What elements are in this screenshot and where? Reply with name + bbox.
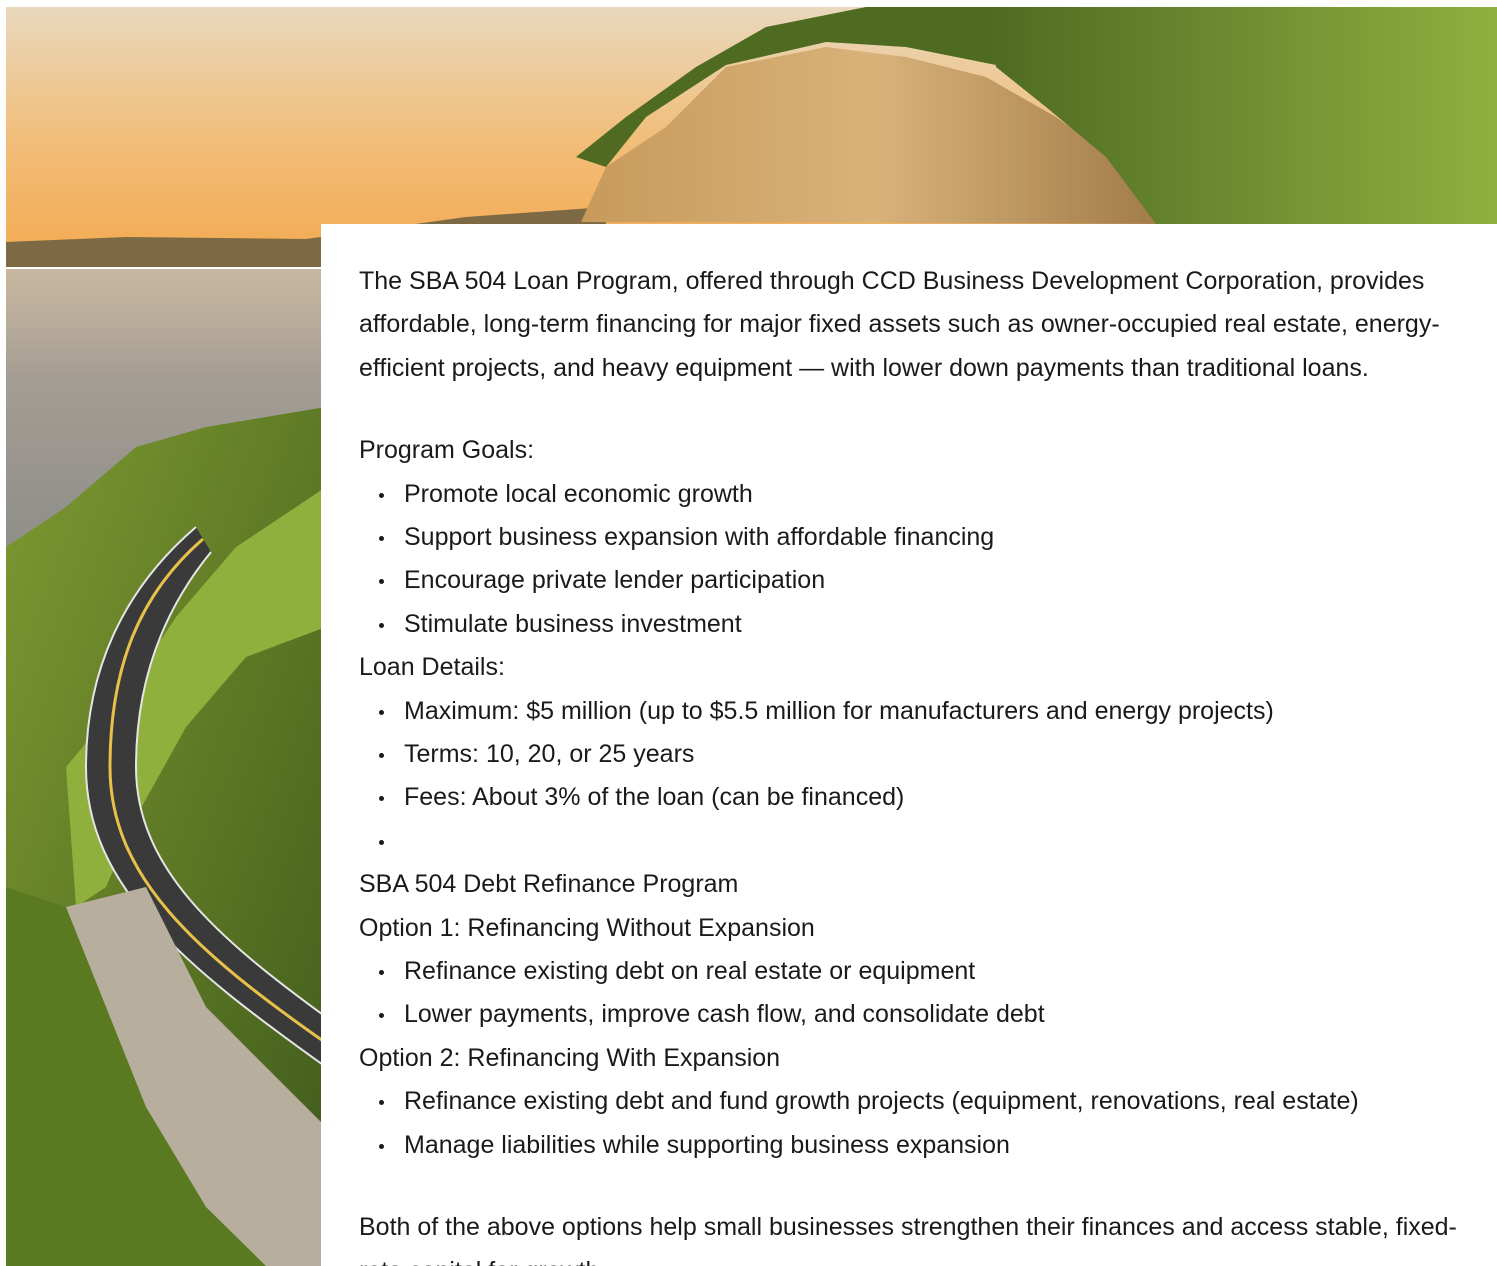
list-item: Fees: About 3% of the loan (can be finan…	[359, 776, 1459, 819]
list-item: Refinance existing debt and fund growth …	[359, 1080, 1459, 1123]
list-item: Stimulate business investment	[359, 603, 1459, 646]
list-item: Promote local economic growth	[359, 473, 1459, 516]
list-item-empty	[359, 820, 1459, 863]
list-item: Lower payments, improve cash flow, and c…	[359, 993, 1459, 1036]
option-2-label: Option 2: Refinancing With Expansion	[359, 1043, 781, 1072]
program-goals-label: Program Goals:	[359, 436, 535, 465]
page: The SBA 504 Loan Program, offered throug…	[0, 0, 1497, 1266]
list-item: Manage liabilities while supporting busi…	[359, 1124, 1459, 1167]
list-item: Terms: 10, 20, or 25 years	[359, 733, 1459, 776]
loan-details-label: Loan Details:	[359, 653, 505, 682]
closing-paragraph: Both of the above options help small bus…	[359, 1213, 1457, 1266]
program-goals-list: Promote local economic growth Support bu…	[359, 473, 1459, 647]
intro-paragraph: The SBA 504 Loan Program, offered throug…	[359, 267, 1440, 382]
option-1-label: Option 1: Refinancing Without Expansion	[359, 913, 815, 942]
list-item: Refinance existing debt on real estate o…	[359, 950, 1459, 993]
list-item: Support business expansion with affordab…	[359, 516, 1459, 559]
list-item: Encourage private lender participation	[359, 559, 1459, 602]
content-card: The SBA 504 Loan Program, offered throug…	[321, 224, 1497, 1266]
option-1-list: Refinance existing debt on real estate o…	[359, 950, 1459, 1037]
refinance-title: SBA 504 Debt Refinance Program	[359, 870, 739, 899]
loan-details-list: Maximum: $5 million (up to $5.5 million …	[359, 690, 1459, 864]
list-item: Maximum: $5 million (up to $5.5 million …	[359, 690, 1459, 733]
option-2-list: Refinance existing debt and fund growth …	[359, 1080, 1459, 1167]
